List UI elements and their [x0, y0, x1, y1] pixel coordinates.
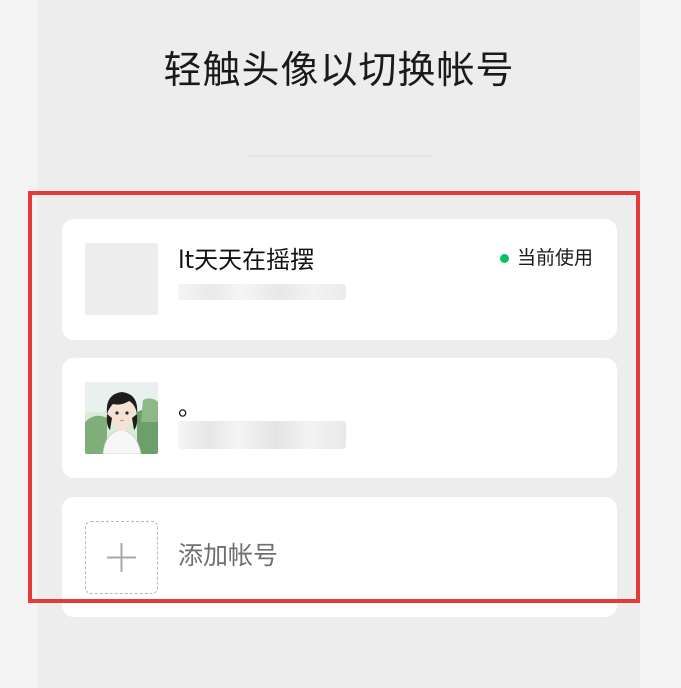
- highlight-box: [28, 191, 640, 603]
- account-switch-screen: 轻触头像以切换帐号 lt天天在摇摆 当前使用 。 添加帐号: [0, 0, 681, 688]
- title-divider: [248, 155, 432, 157]
- page-title: 轻触头像以切换帐号: [163, 48, 515, 92]
